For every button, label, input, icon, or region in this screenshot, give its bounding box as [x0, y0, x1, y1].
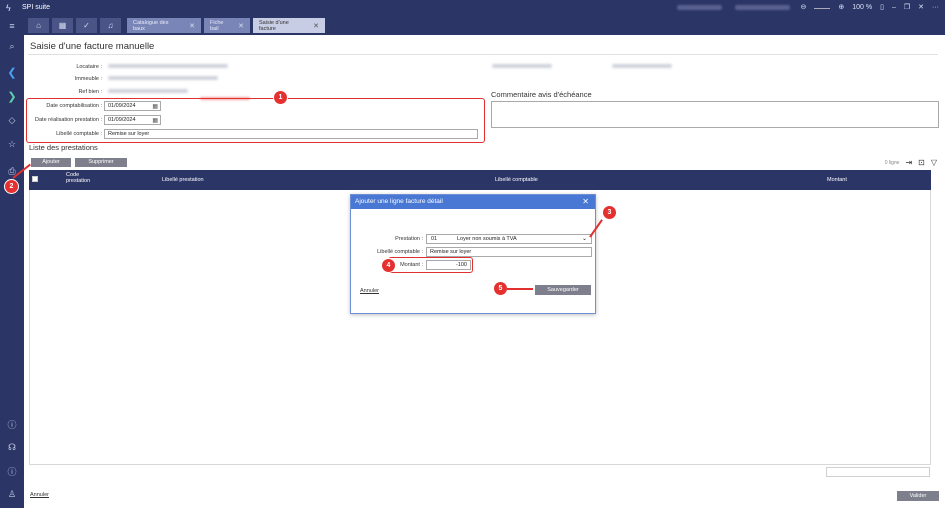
tabs-bar: ⌂ ▦ ✓ ♫ Catalogue des baux ✕ Fiche bail …: [0, 16, 945, 35]
add-line-modal: Ajouter une ligne facture détail ✕ Prest…: [350, 194, 596, 314]
sidebar: ≡ ⌕ ❮ ❯ ◇ ☆ ⎙ ⓘ ☊ ⓘ ♙: [0, 21, 24, 508]
user-info-blurred: [677, 5, 722, 10]
app-logo-icon: ϟ: [6, 3, 11, 13]
grid-toolbar: 0 ligne ⇥ ⊡ ▽: [885, 158, 937, 167]
chevron-down-icon[interactable]: ⌄: [582, 235, 587, 242]
modal-header: Ajouter une ligne facture détail ✕: [351, 195, 595, 209]
close-window-icon[interactable]: ✕: [918, 3, 924, 13]
tab-catalogue-des-baux[interactable]: Catalogue des baux ✕: [127, 18, 201, 33]
footer-cancel-link[interactable]: Annuler: [30, 492, 49, 498]
col-libelle-comptable[interactable]: Libellé comptable: [495, 177, 538, 183]
callout-badge-2: 2: [5, 180, 18, 193]
menu-icon[interactable]: ≡: [0, 21, 24, 31]
zoom-level: 100 %: [852, 4, 873, 11]
modal-close-icon[interactable]: ✕: [582, 197, 589, 206]
immeuble-value-blurred: [108, 76, 218, 80]
tab-label: Catalogue des baux: [133, 19, 169, 32]
locataire-label: Locataire :: [76, 64, 102, 70]
grid-header: Code prestation Libellé prestation Libel…: [29, 170, 931, 190]
callout-box-1: [26, 98, 485, 143]
ref-bien-value-blurred: [108, 89, 188, 93]
select-all-checkbox[interactable]: [32, 176, 38, 182]
callout-badge-1: 1: [274, 91, 287, 104]
save-button[interactable]: Sauvegarder: [535, 285, 591, 295]
modal-prestation-label: Prestation :: [395, 236, 423, 242]
tab-close-icon[interactable]: ✕: [313, 22, 319, 30]
bell-tab-icon[interactable]: ♫: [100, 18, 121, 33]
prestation-value: Loyer non soumis à TVA: [457, 236, 517, 242]
title-bar: ϟ SPI suite ⊖ ⊕ 100 % ▯ – ❐ ✕ ···: [0, 0, 945, 16]
company-info-blurred: [735, 5, 790, 10]
user-icon[interactable]: ♙: [0, 489, 24, 500]
prestations-title: Liste des prestations: [29, 143, 98, 152]
comment-textarea[interactable]: [491, 101, 939, 128]
row-count: 0 ligne: [884, 159, 900, 166]
zoom-in-icon[interactable]: ⊕: [838, 3, 844, 13]
col-libelle-prestation[interactable]: Libellé prestation: [162, 177, 204, 183]
tab-close-icon[interactable]: ✕: [238, 22, 244, 30]
callout-badge-4: 4: [382, 259, 395, 272]
prestation-select[interactable]: 01 Loyer non soumis à TVA ⌄: [426, 234, 592, 244]
add-button[interactable]: Ajouter: [31, 158, 71, 167]
headset-icon[interactable]: ☊: [0, 442, 24, 453]
minimize-icon[interactable]: –: [892, 3, 896, 13]
help-icon[interactable]: ⓘ: [0, 418, 24, 431]
star-icon[interactable]: ☆: [0, 139, 24, 150]
modal-libelle-input[interactable]: Remise sur loyer: [426, 247, 592, 257]
immeuble-label: Immeuble :: [74, 76, 102, 82]
arrow-right-icon[interactable]: ❯: [0, 90, 24, 103]
modal-title: Ajouter une ligne facture détail: [355, 198, 443, 205]
delete-button[interactable]: Supprimer: [75, 158, 127, 167]
document-icon[interactable]: ▯: [880, 3, 884, 13]
locataire-value-blurred: [108, 64, 228, 68]
col-montant[interactable]: Montant: [827, 177, 847, 183]
validate-button[interactable]: Valider: [897, 491, 939, 501]
check-tab-icon[interactable]: ✓: [76, 18, 97, 33]
home-tab-icon[interactable]: ⌂: [28, 18, 49, 33]
tab-label: Fiche bail: [210, 19, 224, 32]
prestation-code: 01: [431, 236, 438, 242]
right-info-blurred-1: [492, 64, 552, 68]
zoom-slider[interactable]: [814, 7, 831, 9]
callout-box-4: [388, 257, 473, 273]
calendar-tab-icon[interactable]: ▦: [52, 18, 73, 33]
callout-arrow-5: [507, 288, 533, 290]
column-settings-icon[interactable]: ⊡: [918, 158, 925, 167]
ref-bien-label: Ref bien :: [78, 89, 102, 95]
page-title: Saisie d'une facture manuelle: [30, 41, 155, 52]
tab-label: Saisie d'une facture: [259, 19, 289, 32]
tab-fiche-bail[interactable]: Fiche bail ✕: [204, 18, 250, 33]
filter-icon[interactable]: ▽: [931, 158, 937, 167]
grid-total-field: [826, 467, 930, 477]
title-bar-controls: ⊖ ⊕ 100 % ▯ – ❐ ✕ ···: [800, 3, 939, 13]
arrow-left-icon[interactable]: ❮: [0, 66, 24, 79]
title-divider: [28, 54, 938, 55]
zoom-out-icon[interactable]: ⊖: [800, 3, 806, 13]
callout-badge-3: 3: [603, 206, 616, 219]
callout-badge-5: 5: [494, 282, 507, 295]
col-code-prestation[interactable]: Code prestation: [66, 172, 96, 184]
tab-saisie-facture[interactable]: Saisie d'une facture ✕: [253, 18, 325, 33]
more-icon[interactable]: ···: [932, 3, 939, 13]
modal-cancel-link[interactable]: Annuler: [360, 288, 379, 294]
info-icon[interactable]: ⓘ: [0, 465, 24, 478]
right-info-blurred-2: [612, 64, 672, 68]
export-icon[interactable]: ⇥: [905, 158, 912, 167]
app-title: SPI suite: [22, 4, 51, 11]
modal-libelle-label: Libellé comptable :: [377, 249, 423, 255]
comment-title: Commentaire avis d'échéance: [491, 90, 592, 99]
maximize-icon[interactable]: ❐: [904, 3, 910, 13]
search-icon[interactable]: ⌕: [0, 41, 24, 52]
tab-close-icon[interactable]: ✕: [189, 22, 195, 30]
